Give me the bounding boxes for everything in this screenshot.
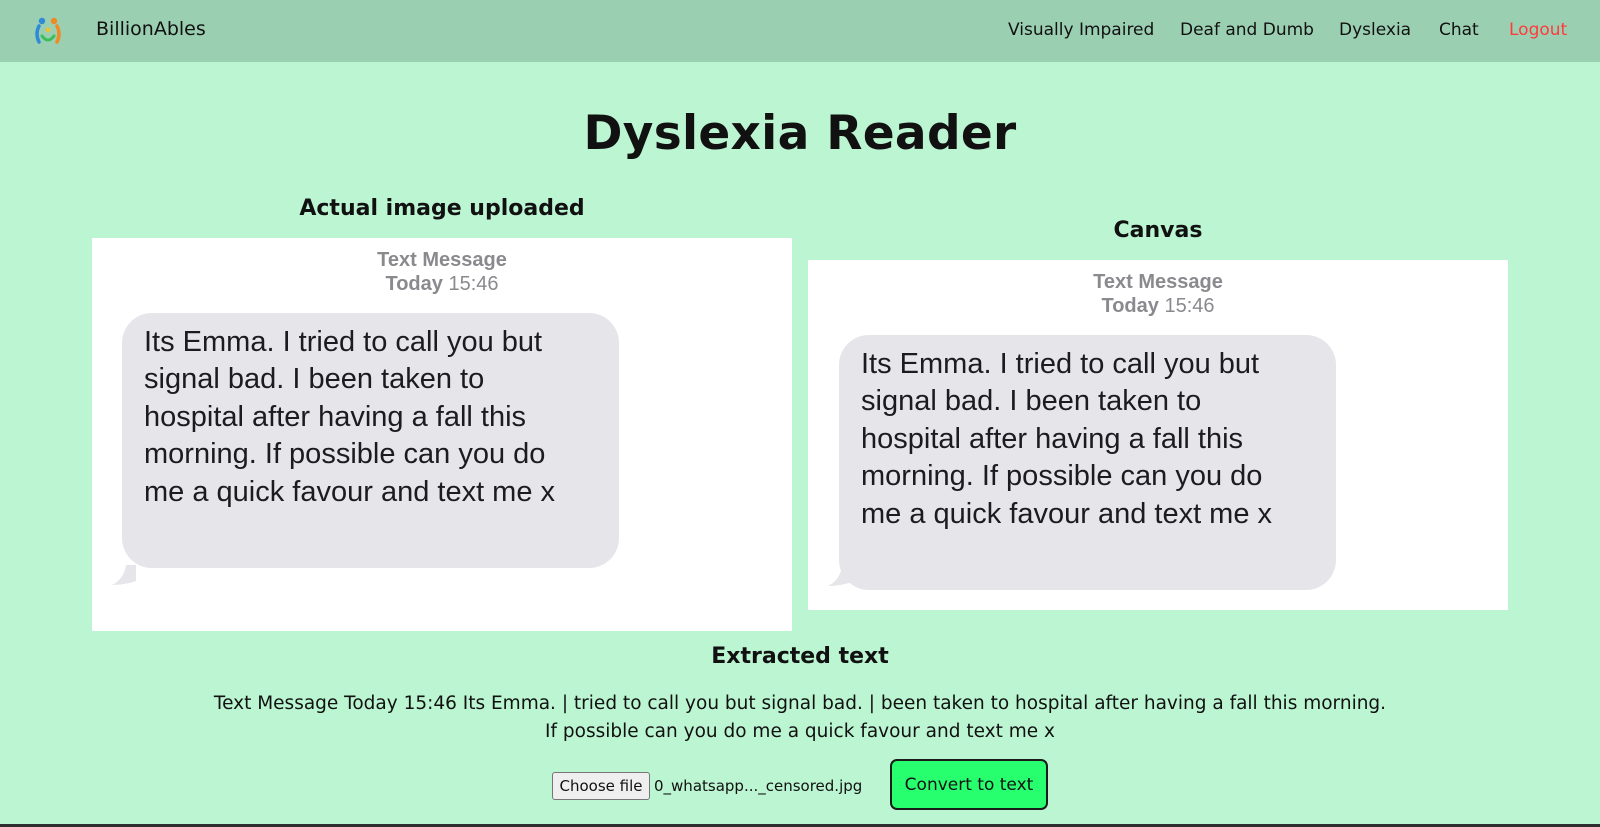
convert-to-text-button[interactable]: Convert to text <box>890 759 1048 810</box>
message-line: me a quick favour and text me x <box>144 475 556 508</box>
navbar: BillionAbles Visually Impaired Deaf and … <box>0 0 1600 62</box>
brand-name[interactable]: BillionAbles <box>96 18 206 40</box>
logout-link[interactable]: Logout <box>1509 20 1567 40</box>
canvas-title: Canvas <box>1113 218 1203 243</box>
message-header-title: Text Message <box>1093 271 1223 293</box>
extracted-text-line: If possible can you do me a quick favour… <box>545 720 1055 742</box>
nav-link-visually-impaired[interactable]: Visually Impaired <box>1008 20 1154 40</box>
message-header-day: Today <box>385 273 443 295</box>
message-line: hospital after having a fall this <box>861 422 1244 455</box>
bubble-tail-shape <box>112 565 136 585</box>
message-line: hospital after having a fall this <box>144 400 527 433</box>
nav-link-dyslexia[interactable]: Dyslexia <box>1339 20 1411 40</box>
selected-file-name: 0_whatsapp..._censored.jpg <box>654 777 863 795</box>
message-line: Its Emma. I tried to call you but <box>861 348 1260 380</box>
message-line: morning. If possible can you do <box>144 438 546 471</box>
nav-link-deaf-and-dumb[interactable]: Deaf and Dumb <box>1180 20 1314 40</box>
extracted-text: Text Message Today 15:46 Its Emma. | tri… <box>200 690 1400 745</box>
choose-file-button[interactable]: Choose file <box>552 772 650 800</box>
message-header-title: Text Message <box>377 249 507 271</box>
message-line: signal bad. I been taken to <box>861 385 1202 418</box>
nav-link-chat[interactable]: Chat <box>1439 20 1479 40</box>
message-text: Its Emma. I tried to call you but signal … <box>144 324 555 511</box>
message-line: morning. If possible can you do <box>861 460 1263 493</box>
message-line: me a quick favour and text me x <box>861 497 1273 530</box>
message-line: signal bad. I been taken to <box>144 363 485 396</box>
page-title: Dyslexia Reader <box>583 106 1017 161</box>
message-text: Its Emma. I tried to call you but signal … <box>861 346 1272 533</box>
message-header: Text Message Today 15:46 <box>92 248 792 296</box>
message-header-time: 15:46 <box>448 273 499 295</box>
message-header: Text Message Today 15:46 <box>808 270 1508 318</box>
extracted-text-line: Text Message Today 15:46 Its Emma. | tri… <box>213 693 1387 714</box>
message-header-day: Today <box>1101 295 1159 317</box>
canvas: Text Message Today 15:46 Its Emma. I tri… <box>808 260 1508 610</box>
uploaded-image-title: Actual image uploaded <box>299 196 585 221</box>
message-header-time: 15:46 <box>1164 295 1215 317</box>
logo-icon[interactable] <box>30 12 66 48</box>
uploaded-image: Text Message Today 15:46 Its Emma. I tri… <box>92 238 792 631</box>
extracted-text-heading: Extracted text <box>711 644 889 669</box>
message-line: Its Emma. I tried to call you but <box>144 326 543 358</box>
